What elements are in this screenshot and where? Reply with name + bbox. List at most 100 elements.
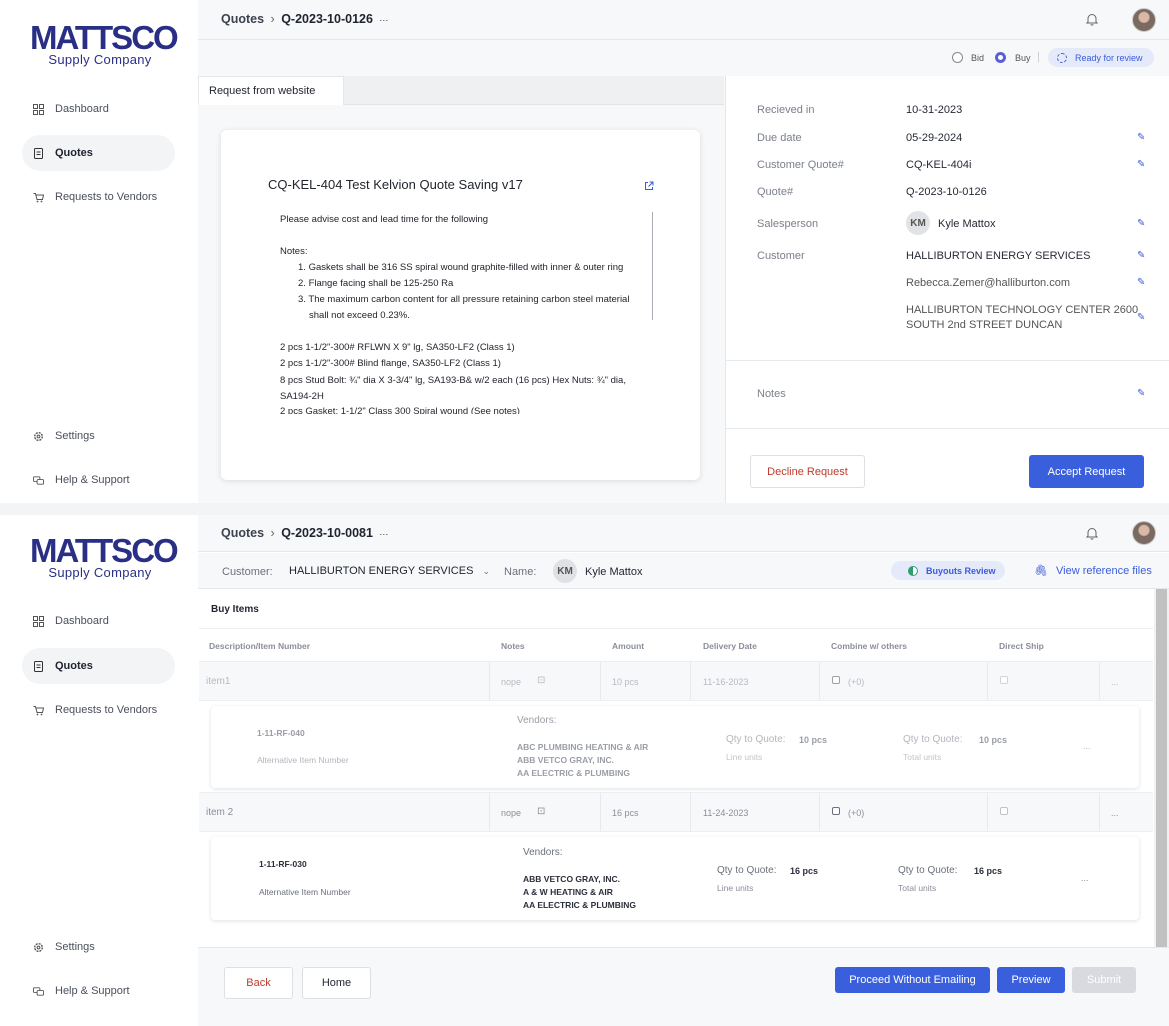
accept-request-button[interactable]: Accept Request [1029,455,1144,488]
line-units-label: Line units [726,752,763,762]
table-row[interactable]: item 2 nope ⊡ 16 pcs 11-24-2023 (+0) ... [199,792,1153,832]
view-reference-files-link[interactable]: 🖇 View reference files [1034,564,1152,577]
bid-radio[interactable] [952,52,963,63]
detail-more-icon[interactable]: ... [1083,741,1091,751]
buyout-screen: MATTSCO Supply Company Dashboard Quotes … [0,515,1169,1026]
detail-more-icon[interactable]: ... [1081,873,1089,883]
edit-customer-icon[interactable]: ✎ [1137,251,1147,261]
comment-icon[interactable]: ⊡ [537,675,545,686]
notification-bell-icon[interactable] [1085,527,1100,541]
sidebar-item-help[interactable]: Help & Support [22,973,175,1009]
salesperson-name: Kyle Mattox [938,218,996,230]
item-amount: 10 pcs [612,677,639,687]
comment-icon[interactable]: ⊡ [537,806,545,817]
bid-label: Bid [971,53,985,63]
cell-divider [489,793,490,831]
combine-checkbox[interactable] [832,676,840,684]
item-detail-card: 1-11-RF-040 Alternative Item Number Vend… [211,706,1139,788]
edit-customer-quote-icon[interactable]: ✎ [1137,160,1147,170]
back-button[interactable]: Back [224,967,293,999]
sidebar-item-label: Help & Support [55,474,130,486]
proceed-without-emailing-button[interactable]: Proceed Without Emailing [835,967,990,993]
row-more-icon[interactable]: ... [1111,677,1119,687]
more-menu-icon[interactable]: ··· [379,529,388,539]
line-qty-value: 16 pcs [790,866,819,876]
customer-name: HALLIBURTON ENERGY SERVICES [906,250,1091,262]
edit-email-icon[interactable]: ✎ [1137,278,1147,288]
vendors-label: Vendors: [523,847,563,858]
submit-button[interactable]: Submit [1072,967,1136,993]
item-delivery-date: 11-24-2023 [703,808,749,818]
total-qty-value: 10 pcs [979,735,1008,745]
help-icon [33,986,44,997]
cell-divider [600,662,601,700]
received-value: 10-31-2023 [906,104,963,116]
sidebar-item-settings[interactable]: Settings [22,418,175,454]
vendor-name: A & W HEATING & AIR [523,887,613,897]
buy-radio[interactable] [995,52,1006,63]
vendor-name: AA ELECTRIC & PLUMBING [517,768,631,778]
more-menu-icon[interactable]: ··· [379,15,388,25]
company-logo: MATTSCO Supply Company [30,532,179,580]
sidebar-item-quotes[interactable]: Quotes [22,648,175,684]
table-row[interactable]: item1 nope ⊡ 10 pcs 11-16-2023 (+0) ... [199,661,1153,701]
sidebar-item-dashboard[interactable]: Dashboard [22,91,175,127]
edit-address-icon[interactable]: ✎ [1137,313,1147,323]
buyouts-review-badge[interactable]: Buyouts Review [891,561,1005,580]
sidebar: MATTSCO Supply Company Dashboard Quotes … [0,0,198,503]
customer-select[interactable]: HALLIBURTON ENERGY SERVICES ⌄ [289,565,490,577]
sidebar-item-settings[interactable]: Settings [22,929,175,965]
vendor-name: ABC PLUMBING HEATING & AIR [517,742,649,752]
combine-checkbox[interactable] [832,807,840,815]
customer-quote-value: CQ-KEL-404i [906,159,972,171]
total-units-label: Total units [903,752,942,762]
edit-notes-icon[interactable]: ✎ [1137,389,1147,399]
gear-icon [33,942,44,953]
sidebar-item-requests-to-vendors[interactable]: Requests to Vendors [22,692,175,728]
cart-icon [33,705,44,716]
table-scrollbar[interactable] [1154,589,1169,947]
breadcrumb-root[interactable]: Quotes [221,526,264,540]
direct-ship-checkbox[interactable] [1000,807,1008,815]
sidebar-item-help[interactable]: Help & Support [22,462,175,498]
breadcrumb-separator: › [270,526,275,540]
vendor-name: ABB VETCO GRAY, INC. [517,755,614,765]
scrollbar-thumb[interactable] [1156,589,1167,947]
top-bar: Quotes › Q-2023-10-0126 ··· [198,0,1169,40]
preview-button[interactable]: Preview [997,967,1065,993]
sidebar-item-label: Requests to Vendors [55,191,158,203]
sidebar-item-dashboard[interactable]: Dashboard [22,603,175,639]
breadcrumb-root[interactable]: Quotes [221,12,264,26]
sidebar-item-quotes[interactable]: Quotes [22,135,175,171]
cell-divider [987,662,988,700]
request-document-card: CQ-KEL-404 Test Kelvion Quote Saving v17… [221,130,700,480]
sidebar-item-requests-to-vendors[interactable]: Requests to Vendors [22,179,175,215]
ready-for-review-badge[interactable]: Ready for review [1048,48,1154,67]
notes-heading: Notes: [280,246,308,257]
home-button[interactable]: Home [302,967,371,999]
item-notes: nope [501,808,522,818]
customer-quote-label: Customer Quote# [757,159,844,171]
user-avatar[interactable] [1132,521,1156,545]
qty-to-quote-label: Qty to Quote: [726,734,786,745]
column-header-description: Description/Item Number [209,641,311,651]
vendor-name: AA ELECTRIC & PLUMBING [523,900,637,910]
decline-request-button[interactable]: Decline Request [750,455,865,488]
quote-number-value: Q-2023-10-0126 [906,186,987,198]
user-avatar[interactable] [1132,8,1156,32]
quote-number-label: Quote# [757,186,794,198]
customer-label: Customer [757,250,805,262]
edit-salesperson-icon[interactable]: ✎ [1137,219,1147,229]
direct-ship-checkbox[interactable] [1000,676,1008,684]
document-scrollbar[interactable] [652,212,653,320]
notification-bell-icon[interactable] [1085,13,1100,27]
cell-divider [819,793,820,831]
qty-to-quote-label: Qty to Quote: [717,865,777,876]
sidebar-item-label: Settings [55,941,95,953]
row-more-icon[interactable]: ... [1111,808,1119,818]
due-date-value: 05-29-2024 [906,132,963,144]
notes-label: Notes [757,388,786,400]
tab-request-from-website[interactable]: Request from website [198,76,344,105]
edit-due-date-icon[interactable]: ✎ [1137,133,1147,143]
open-external-icon[interactable] [644,180,654,194]
